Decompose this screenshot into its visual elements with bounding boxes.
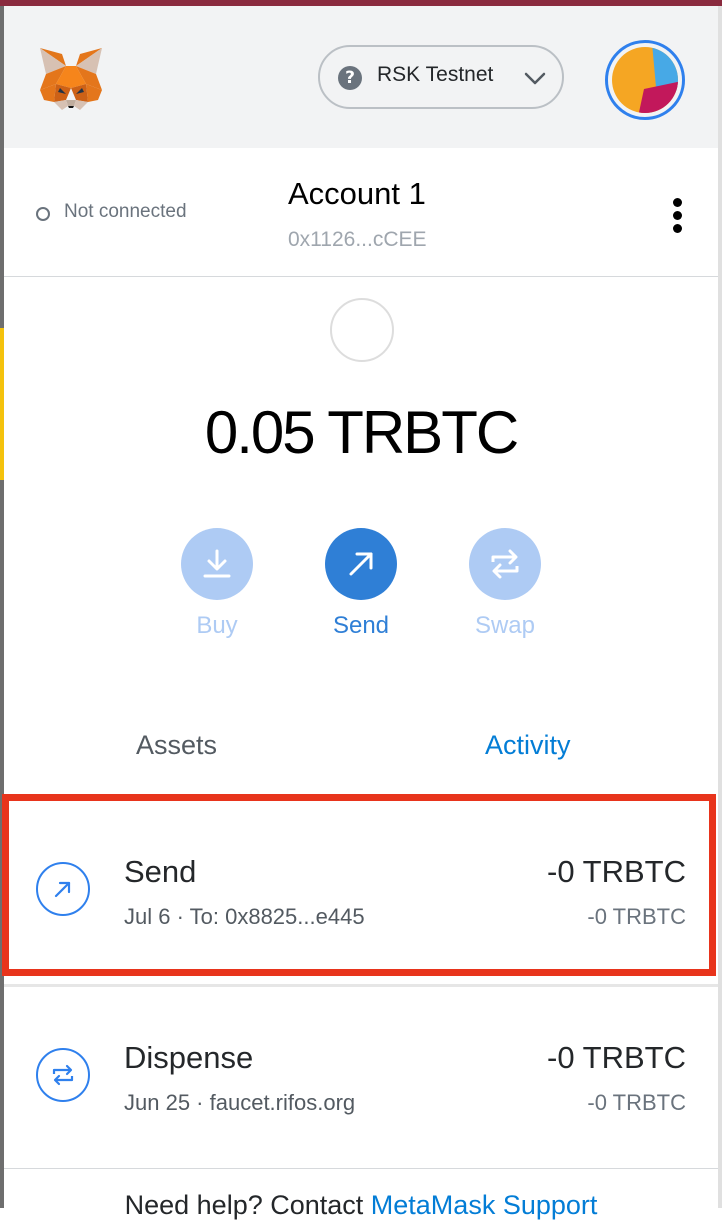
tab-bar: Assets Activity: [4, 710, 718, 790]
activity-subtitle: Jun 25 · faucet.rifos.org: [124, 1090, 356, 1115]
chevron-down-icon: [524, 72, 546, 85]
activity-detail: faucet.rifos.org: [209, 1090, 356, 1115]
network-selector[interactable]: ? RSK Testnet: [318, 45, 564, 109]
connection-status[interactable]: Not connected: [64, 201, 187, 223]
swap-circle: [469, 528, 541, 600]
swap-label: Swap: [474, 612, 536, 639]
metamask-support-link[interactable]: MetaMask Support: [371, 1190, 598, 1220]
help-footer: Need help? Contact MetaMask Support: [4, 1190, 718, 1221]
arrow-up-right-icon: [349, 552, 373, 576]
activity-amount: -0 TRBTC: [547, 1040, 686, 1075]
tab-activity[interactable]: Activity: [485, 730, 571, 761]
right-window-edge: [718, 6, 722, 1208]
activity-title: Send: [124, 854, 197, 889]
tab-assets[interactable]: Assets: [136, 730, 217, 761]
activity-amount: -0 TRBTC: [547, 854, 686, 889]
account-name[interactable]: Account 1: [288, 176, 426, 212]
activity-date: Jun 25: [124, 1090, 191, 1115]
question-mark-icon: ?: [338, 66, 362, 90]
activity-title: Dispense: [124, 1040, 254, 1075]
token-icon: [330, 298, 394, 362]
swap-button[interactable]: Swap: [450, 528, 560, 648]
buy-button[interactable]: Buy: [162, 528, 272, 648]
send-label: Send: [332, 612, 390, 639]
swap-arrows-icon: [491, 549, 519, 579]
buy-circle: [181, 528, 253, 600]
activity-amount-secondary: -0 TRBTC: [587, 904, 686, 929]
network-name: RSK Testnet: [377, 63, 494, 86]
activity-item-send[interactable]: Send Jul 6 · To: 0x8825...e445 -0 TRBTC …: [4, 798, 718, 976]
send-button[interactable]: Send: [306, 528, 416, 648]
kebab-menu-icon[interactable]: [666, 196, 690, 236]
download-icon: [203, 549, 231, 578]
activity-date: Jul 6: [124, 904, 171, 929]
account-address[interactable]: 0x1126...cCEE: [288, 228, 427, 252]
swap-arrows-icon: [36, 1048, 90, 1102]
list-divider: [4, 1168, 718, 1169]
account-avatar[interactable]: [605, 40, 685, 120]
help-text: Need help? Contact: [124, 1190, 371, 1220]
activity-detail: To: 0x8825...e445: [189, 904, 365, 929]
activity-subtitle: Jul 6 · To: 0x8825...e445: [124, 904, 365, 929]
metamask-fox-icon[interactable]: [36, 44, 106, 112]
connection-status-dot: [36, 207, 50, 221]
balance-amount: 0.05 TRBTC: [204, 399, 519, 466]
activity-amount-secondary: -0 TRBTC: [587, 1090, 686, 1115]
arrow-up-right-icon: [36, 862, 90, 916]
row-divider: [4, 984, 718, 987]
account-bar: Not connected Account 1 0x1126...cCEE: [4, 148, 718, 277]
activity-item-dispense[interactable]: Dispense Jun 25 · faucet.rifos.org -0 TR…: [4, 988, 718, 1168]
send-circle: [325, 528, 397, 600]
buy-label: Buy: [196, 612, 238, 639]
